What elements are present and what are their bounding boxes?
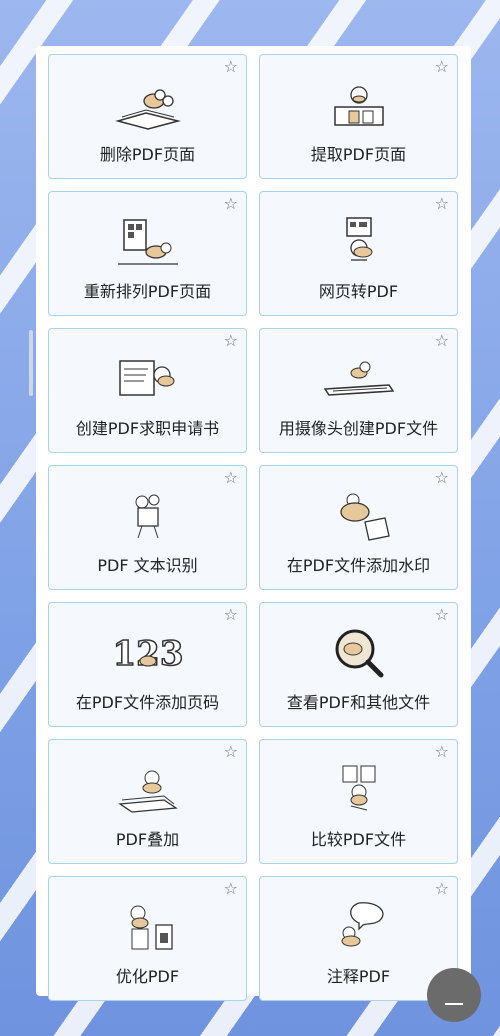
tool-label: 在PDF文件添加页码 — [75, 693, 220, 712]
favorite-star-icon[interactable]: ☆ — [224, 59, 238, 75]
favorite-star-icon[interactable]: ☆ — [224, 881, 238, 897]
favorite-star-icon[interactable]: ☆ — [435, 59, 449, 75]
tool-label: 用摄像头创建PDF文件 — [278, 419, 439, 438]
tool-card-overlay[interactable]: ☆ PDF叠加 — [48, 739, 247, 864]
tool-card-watermark[interactable]: ☆ 在PDF文件添加水印 — [259, 465, 458, 590]
web-to-pdf-illustration-icon — [345, 217, 372, 261]
delete-pages-illustration-icon — [114, 89, 181, 130]
favorite-star-icon[interactable]: ☆ — [435, 881, 449, 897]
reorder-pages-illustration-icon — [117, 219, 178, 265]
tool-card-page-numbers[interactable]: ☆ 123 在PDF文件添加页码 — [48, 602, 247, 727]
tool-card-optimize[interactable]: ☆ 优化PDF — [48, 876, 247, 1001]
tool-label: 删除PDF页面 — [99, 145, 196, 164]
resume-illustration-icon — [118, 360, 174, 396]
favorite-star-icon[interactable]: ☆ — [224, 607, 238, 623]
overlay-illustration-icon — [117, 770, 178, 813]
compare-illustration-icon — [342, 765, 375, 811]
tool-card-ocr[interactable]: ☆ PDF 文本识别 — [48, 465, 247, 590]
favorite-star-icon[interactable]: ☆ — [224, 333, 238, 349]
tool-label: 提取PDF页面 — [310, 145, 407, 164]
favorite-star-icon[interactable]: ☆ — [435, 196, 449, 212]
tool-card-delete-pages[interactable]: ☆ 删除PDF页面 — [48, 54, 247, 179]
tool-label: 重新排列PDF页面 — [83, 282, 212, 301]
watermark-illustration-icon — [339, 493, 390, 541]
tool-label: 比较PDF文件 — [310, 830, 407, 849]
favorite-star-icon[interactable]: ☆ — [224, 744, 238, 760]
favorite-star-icon[interactable]: ☆ — [435, 607, 449, 623]
tool-card-extract-pages[interactable]: ☆ 提取PDF页面 — [259, 54, 458, 179]
favorite-star-icon[interactable]: ☆ — [435, 744, 449, 760]
magnifier-illustration-icon — [335, 629, 383, 678]
optimize-illustration-icon — [130, 905, 173, 950]
tool-card-web-to-pdf[interactable]: ☆ 网页转PDF — [259, 191, 458, 316]
tool-card-resume[interactable]: ☆ 创建PDF求职申请书 — [48, 328, 247, 453]
tool-card-compare[interactable]: ☆ 比较PDF文件 — [259, 739, 458, 864]
extract-pages-illustration-icon — [333, 86, 384, 126]
tool-card-annotate[interactable]: ☆ 注释PDF — [259, 876, 458, 1001]
tool-card-viewer[interactable]: ☆ 查看PDF和其他文件 — [259, 602, 458, 727]
tool-label: 查看PDF和其他文件 — [286, 693, 431, 712]
camera-scan-illustration-icon — [323, 361, 394, 396]
menu-fab-button[interactable] — [427, 968, 481, 1022]
favorite-star-icon[interactable]: ☆ — [224, 196, 238, 212]
tool-label: 网页转PDF — [318, 282, 399, 301]
tool-label: PDF 文本识别 — [97, 556, 198, 575]
favorite-star-icon[interactable]: ☆ — [224, 470, 238, 486]
tool-card-reorder-pages[interactable]: ☆ 重新排列PDF页面 — [48, 191, 247, 316]
svg-text:123: 123 — [112, 634, 183, 674]
ocr-illustration-icon — [135, 494, 159, 539]
annotate-illustration-icon — [341, 902, 384, 947]
tool-label: 在PDF文件添加水印 — [286, 556, 431, 575]
scroll-indicator[interactable] — [29, 330, 33, 396]
menu-icon — [445, 1003, 463, 1005]
tool-label: 优化PDF — [115, 967, 180, 986]
tool-label: 注释PDF — [326, 967, 391, 986]
page-numbers-illustration-icon: 123 — [111, 633, 183, 675]
favorite-star-icon[interactable]: ☆ — [435, 333, 449, 349]
tool-label: PDF叠加 — [115, 830, 180, 849]
tool-label: 创建PDF求职申请书 — [75, 419, 220, 438]
tool-card-camera-scan[interactable]: ☆ 用摄像头创建PDF文件 — [259, 328, 458, 453]
favorite-star-icon[interactable]: ☆ — [435, 470, 449, 486]
tool-grid: ☆ 删除PDF页面 ☆ 提取PDF页面 ☆ 重新排列PDF页面 ☆ 网页转PDF… — [48, 54, 458, 1001]
